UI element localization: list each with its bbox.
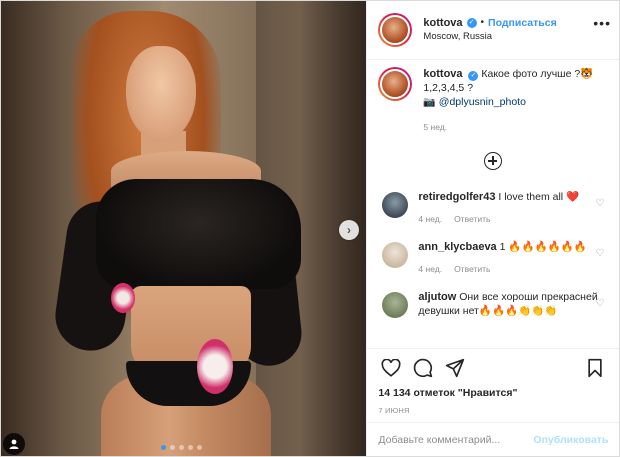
verified-icon: ✓ (466, 18, 477, 28)
comment-icon[interactable] (410, 355, 436, 381)
load-more-comments[interactable] (378, 152, 608, 170)
comment-time[interactable]: 4 нед. (418, 262, 442, 276)
user-tag-icon[interactable] (3, 433, 25, 455)
author-avatar[interactable] (378, 13, 413, 47)
comment-input[interactable] (378, 433, 534, 446)
comment-text: 1 🔥🔥🔥🔥🔥🔥 (499, 241, 587, 253)
caption-body: kottova ✓ Какое фото лучше ?🐯 1,2,3,4,5 … (423, 67, 608, 134)
comments-list[interactable]: kottova ✓ Какое фото лучше ?🐯 1,2,3,4,5 … (367, 61, 619, 345)
comment-item: retiredgolfer43 I love them all ❤️ 4 нед… (378, 190, 608, 226)
post-location[interactable]: Moscow, Russia (423, 30, 556, 44)
caption-avatar[interactable] (378, 67, 413, 101)
comment-item: ann_klycbaeva 1 🔥🔥🔥🔥🔥🔥 4 нед. Ответить ♡ (378, 240, 608, 276)
photo-top (96, 179, 301, 289)
plus-circle-icon[interactable] (484, 152, 503, 170)
post-header: kottova ✓ • Подписаться Moscow, Russia •… (367, 1, 619, 60)
comment-time[interactable]: 4 нед. (418, 212, 442, 226)
post-card: › kottova ✓ • Подписаться Moscow, Russia… (0, 0, 620, 457)
reply-button[interactable]: Ответить (454, 262, 490, 276)
user-tag-glyph (9, 439, 19, 449)
caption-time[interactable]: 5 нед. (423, 120, 608, 134)
carousel-dot (161, 445, 166, 450)
action-icons (378, 355, 608, 381)
caption-mention-link[interactable]: @dplyusnin_photo (439, 96, 526, 108)
photo-fruit-small (111, 283, 135, 313)
likes-count[interactable]: 14 134 отметок "Нравится" (378, 387, 608, 399)
comment-meta: 4 нед. Ответить (418, 212, 598, 226)
author-avatar-image (380, 15, 411, 45)
photo-face (126, 46, 196, 141)
comment-item: aljutow Они все хороши прекрасней девушк… (378, 290, 608, 318)
header-separator: • (480, 17, 485, 28)
caption-avatar-image (380, 69, 411, 99)
carousel-dots (161, 445, 202, 450)
carousel-dot (197, 445, 202, 450)
share-icon[interactable] (442, 355, 468, 381)
caption-username[interactable]: kottova (423, 68, 462, 80)
comment-text: I love them all ❤️ (498, 191, 580, 203)
comment-username[interactable]: ann_klycbaeva (418, 241, 496, 253)
comment-meta: 4 нед. Ответить (418, 262, 598, 276)
comment-body: retiredgolfer43 I love them all ❤️ 4 нед… (418, 190, 598, 226)
publish-button[interactable]: Опубликовать (533, 434, 608, 446)
carousel-dot (170, 445, 175, 450)
bookmark-glyph (588, 358, 603, 378)
comment-glyph (414, 358, 433, 378)
carousel-dot (179, 445, 184, 450)
comment-body: ann_klycbaeva 1 🔥🔥🔥🔥🔥🔥 4 нед. Ответить (418, 240, 598, 276)
comment-username[interactable]: aljutow (418, 291, 456, 303)
reply-button[interactable]: Ответить (454, 212, 490, 226)
photo-fruit-large (197, 339, 233, 394)
next-arrow-icon[interactable]: › (339, 220, 359, 240)
verified-icon: ✓ (468, 71, 479, 81)
bookmark-icon[interactable] (582, 355, 608, 381)
carousel-dot (188, 445, 193, 450)
comment-avatar[interactable] (382, 292, 409, 318)
share-glyph (446, 358, 465, 378)
comment-username[interactable]: retiredgolfer43 (418, 191, 495, 203)
heart-glyph (381, 359, 401, 377)
comment-body: aljutow Они все хороши прекрасней девушк… (418, 290, 598, 318)
post-photo[interactable]: › (1, 1, 367, 456)
post-side-panel: kottova ✓ • Подписаться Moscow, Russia •… (366, 1, 620, 456)
comment-like-heart-icon[interactable]: ♡ (595, 198, 604, 209)
post-actions: 14 134 отметок "Нравится" 7 ИЮНЯ (367, 348, 620, 415)
post-date[interactable]: 7 ИЮНЯ (378, 406, 608, 415)
comment-avatar[interactable] (382, 242, 409, 268)
comment-like-heart-icon[interactable]: ♡ (595, 298, 604, 309)
post-caption: kottova ✓ Какое фото лучше ?🐯 1,2,3,4,5 … (378, 67, 608, 134)
author-line: kottova ✓ • Подписаться (423, 16, 556, 30)
follow-button[interactable]: Подписаться (488, 16, 557, 30)
add-comment-bar: Опубликовать (367, 422, 620, 456)
camera-emoji: 📷 (423, 97, 436, 108)
comment-like-heart-icon[interactable]: ♡ (595, 248, 604, 259)
comment-avatar[interactable] (382, 192, 409, 218)
heart-icon[interactable] (378, 355, 404, 381)
more-icon[interactable]: ••• (593, 15, 611, 31)
author-username[interactable]: kottova (423, 16, 462, 30)
author-info: kottova ✓ • Подписаться Moscow, Russia (423, 16, 556, 44)
